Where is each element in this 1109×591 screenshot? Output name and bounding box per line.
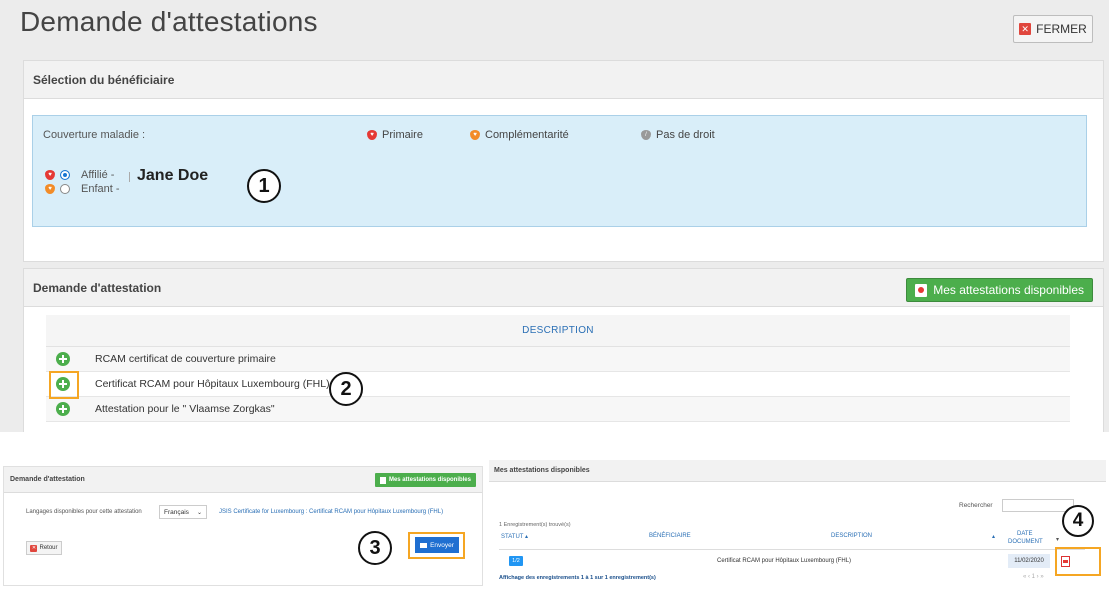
status-column-header[interactable]: STATUT ▴ — [501, 533, 528, 540]
row-date: 11/02/2020 — [1008, 554, 1050, 568]
heart-shield-icon: ♥ — [367, 130, 377, 140]
beneficiary-name: Jane Doe — [137, 167, 209, 184]
row-description: Certificat RCAM pour Hôpitaux Luxembourg… — [717, 558, 852, 564]
highlight-send-button — [408, 532, 465, 559]
description-column-header[interactable]: DESCRIPTION — [46, 315, 1070, 347]
heart-shield-icon: ♥ — [45, 170, 55, 180]
status-badge: 1/2 — [509, 556, 523, 566]
send-panel-heading-label: Demande d'attestation — [10, 476, 85, 483]
date-column-header-line1[interactable]: DATE — [1017, 531, 1033, 537]
sort-desc-icon: ▾ — [1056, 537, 1060, 543]
legend-none-label: Pas de droit — [656, 129, 715, 141]
send-panel-heading: Demande d'attestation Mes attestations d… — [4, 467, 482, 493]
heart-shield-orange-icon: ♥ — [470, 130, 480, 140]
close-icon: ✕ — [30, 544, 38, 552]
affiliate-label: Affilié - — [81, 169, 115, 181]
separator — [129, 172, 130, 182]
legend-primary: ♥ Primaire — [367, 129, 423, 141]
certificate-rows: RCAM certificat de couverture primaire C… — [46, 347, 1070, 422]
search-label: Rechercher — [959, 502, 993, 509]
table-row: Attestation pour le " Vlaamse Zorgkas" — [46, 397, 1070, 422]
child-row: ♥ Enfant - — [45, 183, 120, 195]
sort-icon: ▴ — [992, 534, 996, 540]
main-screenshot: Demande d'attestations ✕ FERMER Sélectio… — [0, 0, 1109, 432]
close-label: FERMER — [1036, 22, 1087, 36]
chevron-down-icon: ⌄ — [196, 510, 202, 516]
request-panel: Demande d'attestation Mes attestations d… — [23, 268, 1104, 432]
step-3-marker: 3 — [358, 531, 392, 565]
record-count: 1 Enregistrement(s) trouvé(s) — [499, 522, 571, 528]
beneficiary-column-header[interactable]: BÉNÉFICIAIRE — [649, 533, 691, 539]
highlight-add-row — [49, 371, 79, 399]
step-1-marker: 1 — [247, 169, 281, 203]
date-column-header-line2[interactable]: DOCUMENT — [1008, 539, 1043, 545]
table-footer: Affichage des enregistrements 1 à 1 sur … — [499, 575, 656, 581]
affiliate-radio[interactable] — [60, 170, 70, 180]
table-row: RCAM certificat de couverture primaire — [46, 347, 1070, 372]
available-certificates-small-label: Mes attestations disponibles — [388, 477, 471, 483]
back-button[interactable]: ✕ Retour — [26, 541, 62, 555]
languages-label: Langages disponibles pour cette attestat… — [26, 509, 142, 515]
row-description: Certificat RCAM pour Hôpitaux Luxembourg… — [95, 378, 330, 390]
back-label: Retour — [39, 545, 58, 551]
certificate-link[interactable]: JSIS Certificate for Luxembourg : Certif… — [219, 509, 443, 515]
available-certificates-button-small[interactable]: Mes attestations disponibles — [374, 473, 476, 487]
available-certificates-screenshot: Mes attestations disponibles Rechercher … — [489, 460, 1106, 591]
available-panel-heading: Mes attestations disponibles — [489, 460, 1106, 482]
legend-none: / Pas de droit — [641, 129, 715, 141]
beneficiary-panel-heading: Sélection du bénéficiaire — [24, 61, 1103, 99]
request-panel-heading-label: Demande d'attestation — [33, 280, 162, 295]
search-input[interactable] — [1002, 499, 1074, 512]
available-certificates-button[interactable]: Mes attestations disponibles — [906, 278, 1093, 302]
page-title: Demande d'attestations — [20, 6, 318, 37]
language-select[interactable]: Français ⌄ — [159, 505, 207, 519]
coverage-box: Couverture maladie : ♥ Primaire ♥ Complé… — [32, 115, 1087, 227]
heart-shield-orange-icon: ♥ — [45, 184, 55, 194]
request-panel-heading: Demande d'attestation Mes attestations d… — [24, 269, 1103, 307]
pagination[interactable]: « ‹ 1 › » — [1023, 574, 1044, 580]
pdf-icon — [915, 283, 928, 297]
no-coverage-icon: / — [641, 130, 651, 140]
beneficiary-panel: Sélection du bénéficiaire Couverture mal… — [23, 60, 1104, 262]
child-radio[interactable] — [60, 184, 70, 194]
close-button[interactable]: ✕ FERMER — [1013, 15, 1093, 43]
legend-complementary: ♥ Complémentarité — [470, 129, 569, 141]
pdf-icon — [379, 476, 386, 484]
certificate-table: DESCRIPTION RCAM certificat de couvertur… — [46, 315, 1070, 422]
step-4-marker: 4 — [1062, 505, 1094, 537]
child-label: Enfant - — [81, 183, 120, 195]
add-icon[interactable] — [56, 402, 70, 416]
affiliate-row: ♥ Affilié - — [45, 169, 114, 181]
description-column-header[interactable]: DESCRIPTION — [831, 533, 872, 539]
add-icon[interactable] — [56, 352, 70, 366]
table-row: Certificat RCAM pour Hôpitaux Luxembourg… — [46, 372, 1070, 397]
available-certificates-label: Mes attestations disponibles — [933, 283, 1084, 297]
row-description: Attestation pour le " Vlaamse Zorgkas" — [95, 403, 275, 415]
close-icon: ✕ — [1019, 23, 1032, 35]
legend-complementary-label: Complémentarité — [485, 129, 569, 141]
send-request-screenshot: Demande d'attestation Mes attestations d… — [3, 466, 483, 586]
row-description: RCAM certificat de couverture primaire — [95, 353, 276, 365]
language-select-value: Français — [164, 508, 189, 516]
legend-primary-label: Primaire — [382, 129, 423, 141]
highlight-pdf-download — [1055, 547, 1101, 576]
header-divider — [499, 549, 1085, 550]
step-2-marker: 2 — [329, 372, 363, 406]
coverage-label: Couverture maladie : — [43, 129, 146, 141]
